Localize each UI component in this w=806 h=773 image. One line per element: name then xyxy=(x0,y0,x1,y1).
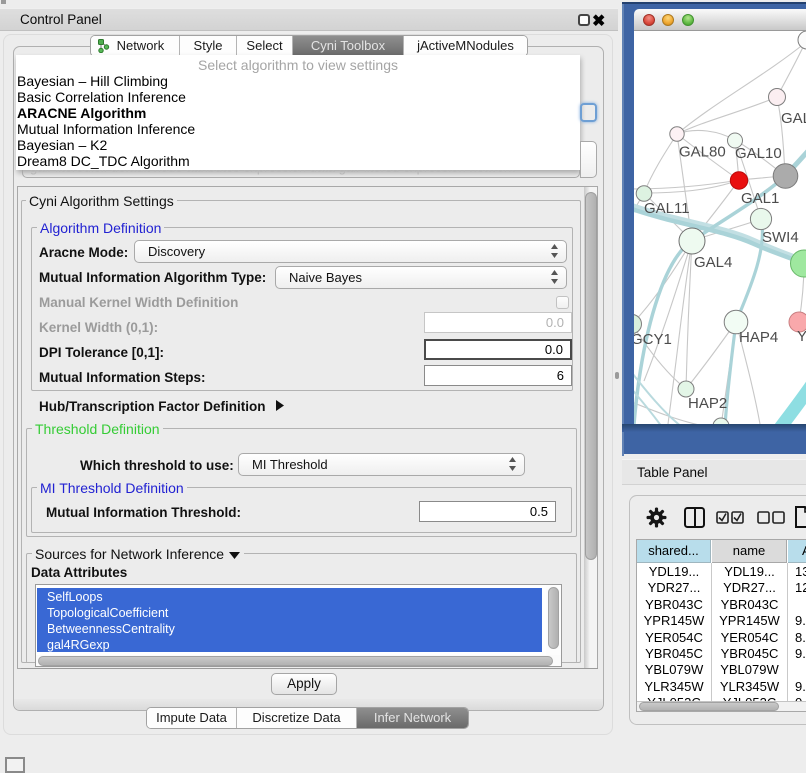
svg-text:HAP2: HAP2 xyxy=(688,395,727,412)
svg-text:GAL11: GAL11 xyxy=(644,200,690,217)
svg-text:GAL80: GAL80 xyxy=(679,144,726,161)
svg-text:SWI4: SWI4 xyxy=(762,229,799,246)
svg-text:Y: Y xyxy=(797,328,806,345)
svg-text:GAL4: GAL4 xyxy=(694,254,732,271)
svg-text:GAL1: GAL1 xyxy=(741,190,779,207)
svg-text:HAP4: HAP4 xyxy=(739,329,778,346)
svg-text:GCY1: GCY1 xyxy=(634,331,672,348)
svg-text:GAL: GAL xyxy=(781,110,806,127)
svg-text:GAL10: GAL10 xyxy=(735,145,782,162)
